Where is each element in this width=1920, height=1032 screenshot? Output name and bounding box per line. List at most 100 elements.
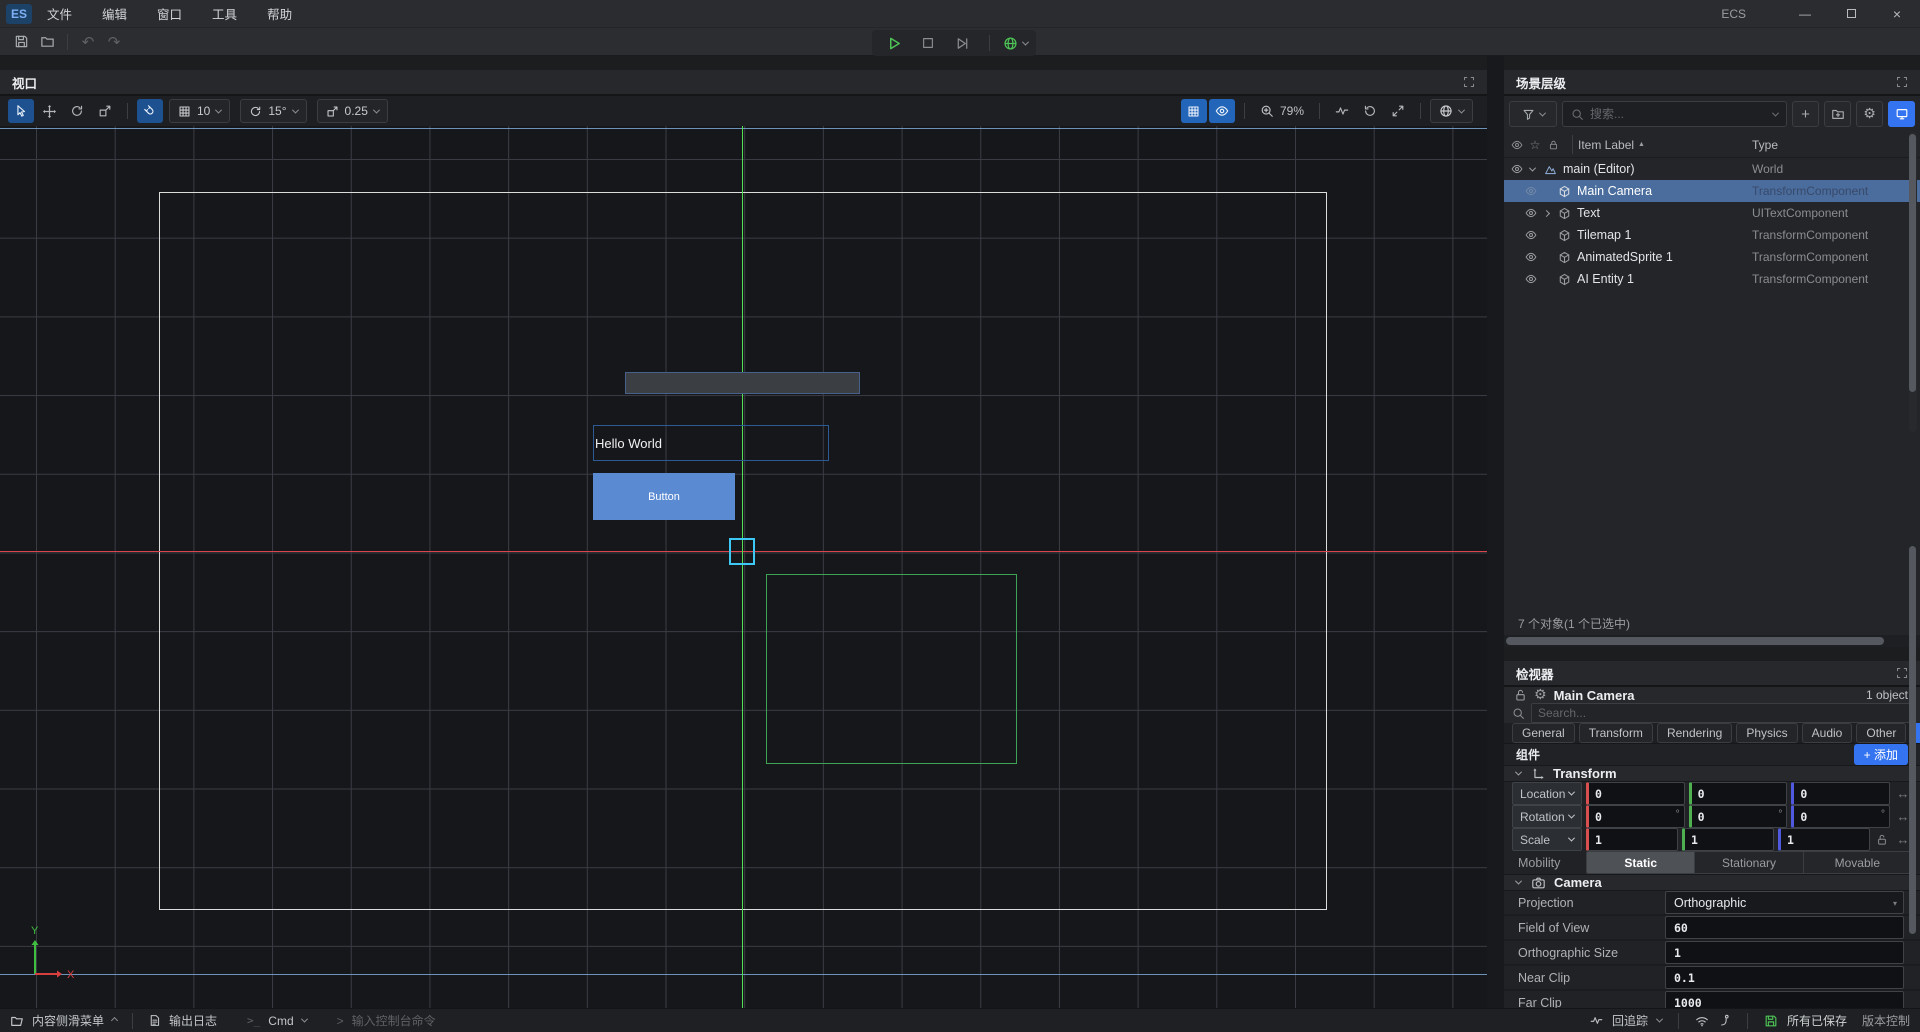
menu-edit[interactable]: 编辑 [87,0,142,28]
eye-icon[interactable] [1524,229,1538,241]
open-folder-button[interactable] [34,30,60,54]
save-button[interactable] [8,30,34,54]
type-column[interactable]: Type [1752,138,1908,152]
chevron-down-icon[interactable] [1524,167,1541,172]
hierarchy-vscrollbar-thumb[interactable] [1909,134,1916,392]
tree-row-ai-entity[interactable]: AI Entity 1 TransformComponent [1504,268,1920,290]
tree-row-tilemap[interactable]: Tilemap 1 TransformComponent [1504,224,1920,246]
rotate-tool-button[interactable] [64,99,90,123]
visibility-column-icon[interactable] [1510,139,1524,151]
tilemap-bounds-rect[interactable] [766,574,1017,764]
rotation-z-field[interactable]: ° [1791,805,1890,828]
scene-text-object[interactable]: Hello World [593,425,829,461]
transform-section-header[interactable]: Transform [1504,765,1920,782]
plugin-jack-icon[interactable] [1718,1014,1731,1027]
eye-icon[interactable] [1524,185,1538,197]
rotation-dropdown[interactable]: Rotation [1512,805,1582,828]
fullscreen-button[interactable] [1385,99,1411,123]
stop-button[interactable] [914,32,942,54]
select-tool-button[interactable] [8,99,34,123]
scale-y-field[interactable] [1682,828,1774,851]
reset-view-button[interactable] [1357,99,1383,123]
location-dropdown[interactable]: Location [1512,782,1582,805]
rotation-snap-dropdown[interactable]: 15° [240,99,306,123]
scene-button-object[interactable]: Button [593,473,735,520]
undo-button[interactable]: ↶ [75,30,101,54]
hierarchy-hscrollbar[interactable] [1504,635,1920,647]
tree-row-main-camera[interactable]: Main Camera TransformComponent [1504,180,1920,202]
scene-panel-object[interactable] [625,372,860,394]
step-button[interactable] [948,32,976,54]
display-mode-button[interactable] [1888,101,1915,127]
unlock-icon[interactable] [1514,689,1527,702]
hierarchy-expand-button[interactable] [1896,76,1908,88]
filter-dropdown[interactable] [1509,101,1557,127]
projection-dropdown[interactable]: ▾ [1665,891,1904,914]
tree-row-animatedsprite[interactable]: AnimatedSprite 1 TransformComponent [1504,246,1920,268]
menu-file[interactable]: 文件 [32,0,87,28]
add-entity-button[interactable]: + [1792,101,1819,127]
eye-icon[interactable] [1524,273,1538,285]
maximize-button[interactable] [1828,0,1874,28]
output-log-button[interactable]: 输出日志 [169,1012,217,1029]
scale-snap-dropdown[interactable]: 0.25 [317,99,388,123]
scale-z-field[interactable] [1778,828,1870,851]
console-command-input[interactable]: 输入控制台命令 [352,1012,436,1029]
unlock-icon[interactable] [1874,834,1890,846]
play-button[interactable] [880,32,908,54]
tab-other[interactable]: Other [1856,723,1906,743]
item-label-column[interactable]: Item Label ▲ [1578,138,1645,152]
tab-transform[interactable]: Transform [1579,723,1653,743]
gear-icon[interactable]: ⚙ [1534,687,1547,703]
add-folder-button[interactable] [1824,101,1851,127]
scrollbar-thumb[interactable] [1506,637,1884,645]
move-tool-button[interactable] [36,99,62,123]
viewport-world-dropdown[interactable] [1430,99,1473,123]
grid-snap-dropdown[interactable]: 10 [169,99,230,123]
tab-audio[interactable]: Audio [1802,723,1853,743]
menu-tools[interactable]: 工具 [197,0,252,28]
favorite-column-icon[interactable]: ☆ [1528,138,1542,152]
mobility-stationary[interactable]: Stationary [1695,852,1803,873]
camera-section-header[interactable]: Camera [1504,874,1920,891]
redo-button[interactable]: ↷ [101,30,127,54]
hierarchy-search-input[interactable] [1590,107,1767,121]
mobility-movable[interactable]: Movable [1804,852,1911,873]
version-control-button[interactable]: 版本控制 [1862,1012,1910,1029]
tree-row-text[interactable]: Text UITextComponent [1504,202,1920,224]
tree-row-world[interactable]: main (Editor) World [1504,158,1920,180]
inspector-search[interactable] [1531,703,1910,723]
far-clip-field[interactable] [1665,991,1904,1008]
hierarchy-settings-button[interactable]: ⚙ [1856,101,1883,127]
scale-x-field[interactable] [1586,828,1678,851]
lock-column-icon[interactable] [1546,139,1560,151]
mobility-static[interactable]: Static [1587,852,1695,873]
viewport-expand-button[interactable] [1463,76,1475,88]
scale-dropdown[interactable]: Scale [1512,828,1582,851]
close-button[interactable]: × [1874,0,1920,28]
eye-icon[interactable] [1524,207,1538,219]
app-logo[interactable]: ES [6,4,32,24]
tab-rendering[interactable]: Rendering [1657,723,1732,743]
trace-dropdown[interactable]: 回追踪 [1612,1012,1648,1029]
grid-visibility-toggle[interactable] [1181,99,1207,123]
hierarchy-search[interactable] [1562,101,1787,127]
gizmo-visibility-toggle[interactable] [1209,99,1235,123]
tab-general[interactable]: General [1512,723,1575,743]
rotation-x-field[interactable]: ° [1586,805,1685,828]
scale-tool-button[interactable] [92,99,118,123]
wifi-icon[interactable] [1695,1014,1709,1028]
orthographic-size-field[interactable] [1665,941,1904,964]
location-z-field[interactable] [1791,782,1890,805]
zoom-level-control[interactable]: 79% [1254,104,1310,118]
location-y-field[interactable] [1689,782,1788,805]
chevron-right-icon[interactable] [1538,211,1555,216]
scene-canvas[interactable]: Hello World Button Y X [0,126,1487,1008]
inspector-search-input[interactable] [1538,706,1903,720]
rotation-y-field[interactable]: ° [1689,805,1788,828]
stats-button[interactable] [1329,99,1355,123]
inspector-vscrollbar-thumb[interactable] [1909,546,1916,934]
near-clip-field[interactable] [1665,966,1904,989]
minimize-button[interactable]: — [1782,0,1828,28]
location-x-field[interactable] [1586,782,1685,805]
